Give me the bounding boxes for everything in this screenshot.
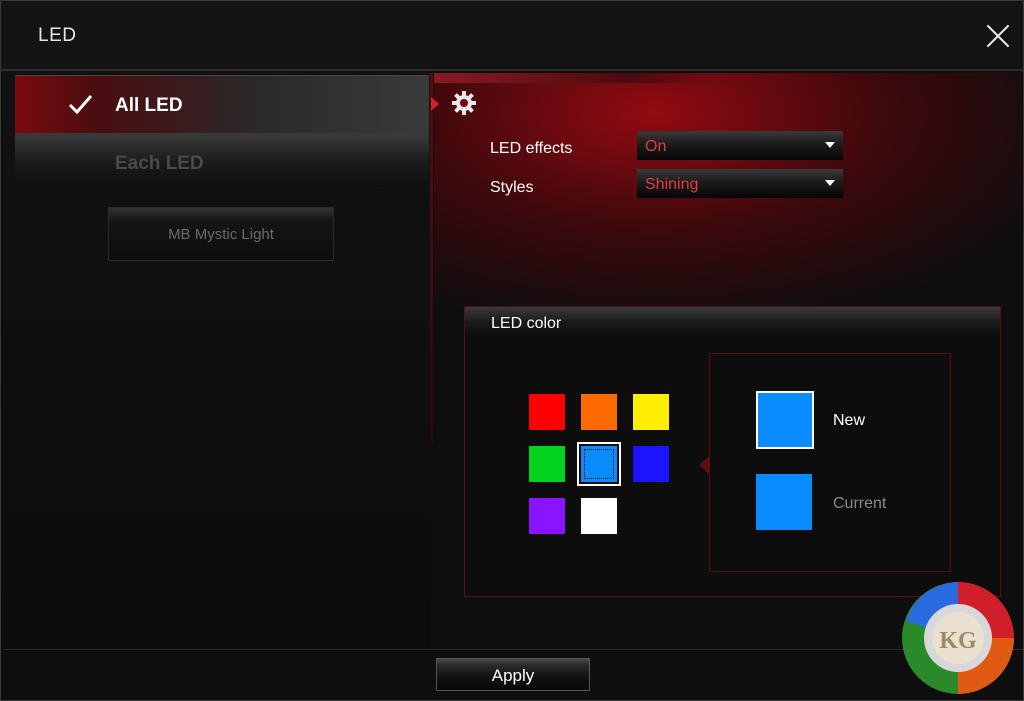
- panel-header-accent: [434, 73, 714, 83]
- color-swatch-green[interactable]: [529, 446, 565, 482]
- left-panel: All LED Each LED MB Mystic Light: [3, 71, 431, 649]
- color-swatch-white[interactable]: [581, 498, 617, 534]
- styles-label: Styles: [490, 179, 534, 196]
- chevron-down-icon: [825, 142, 835, 148]
- color-swatch-light-blue[interactable]: [577, 442, 621, 486]
- footer-divider: [3, 649, 1023, 650]
- current-color-label: Current: [833, 495, 887, 512]
- logo-text: KG: [939, 628, 977, 654]
- chevron-down-icon: [825, 180, 835, 186]
- led-effects-value: On: [645, 138, 667, 155]
- color-swatch-purple[interactable]: [529, 498, 565, 534]
- nav-item-each-led-label: Each LED: [115, 153, 204, 174]
- nav-item-each-led[interactable]: Each LED: [15, 133, 429, 191]
- styles-value: Shining: [645, 176, 699, 193]
- color-swatch-orange[interactable]: [581, 394, 617, 430]
- led-effects-dropdown[interactable]: On: [637, 131, 843, 160]
- preview-pointer-icon: [699, 456, 709, 474]
- panel-divider: [430, 73, 433, 443]
- new-color-swatch: [756, 391, 814, 449]
- led-effects-label: LED effects: [490, 140, 573, 157]
- close-icon[interactable]: [985, 23, 1011, 49]
- color-preview-box: [709, 353, 951, 572]
- styles-dropdown[interactable]: Shining: [637, 169, 843, 198]
- nav-item-all-led-label: All LED: [115, 95, 183, 116]
- mb-mystic-light-button[interactable]: MB Mystic Light: [108, 207, 334, 261]
- led-window: LED All LED Each LED MB Mystic Light LED…: [0, 0, 1024, 701]
- nav-item-all-led[interactable]: All LED: [15, 75, 429, 134]
- apply-button[interactable]: Apply: [436, 658, 590, 691]
- gear-icon[interactable]: [450, 89, 478, 117]
- window-title: LED: [38, 25, 77, 46]
- title-bar: LED: [1, 1, 1023, 71]
- color-swatch-blue[interactable]: [633, 446, 669, 482]
- kg-logo: KG: [902, 582, 1014, 694]
- new-color-label: New: [833, 412, 866, 429]
- led-color-title: LED color: [491, 315, 562, 332]
- led-color-header: LED color: [465, 307, 1000, 337]
- color-swatch-yellow[interactable]: [633, 394, 669, 430]
- checkmark-icon: [68, 95, 93, 115]
- current-color-swatch: [756, 474, 812, 530]
- color-swatch-red[interactable]: [529, 394, 565, 430]
- selection-arrow-icon: [431, 97, 439, 111]
